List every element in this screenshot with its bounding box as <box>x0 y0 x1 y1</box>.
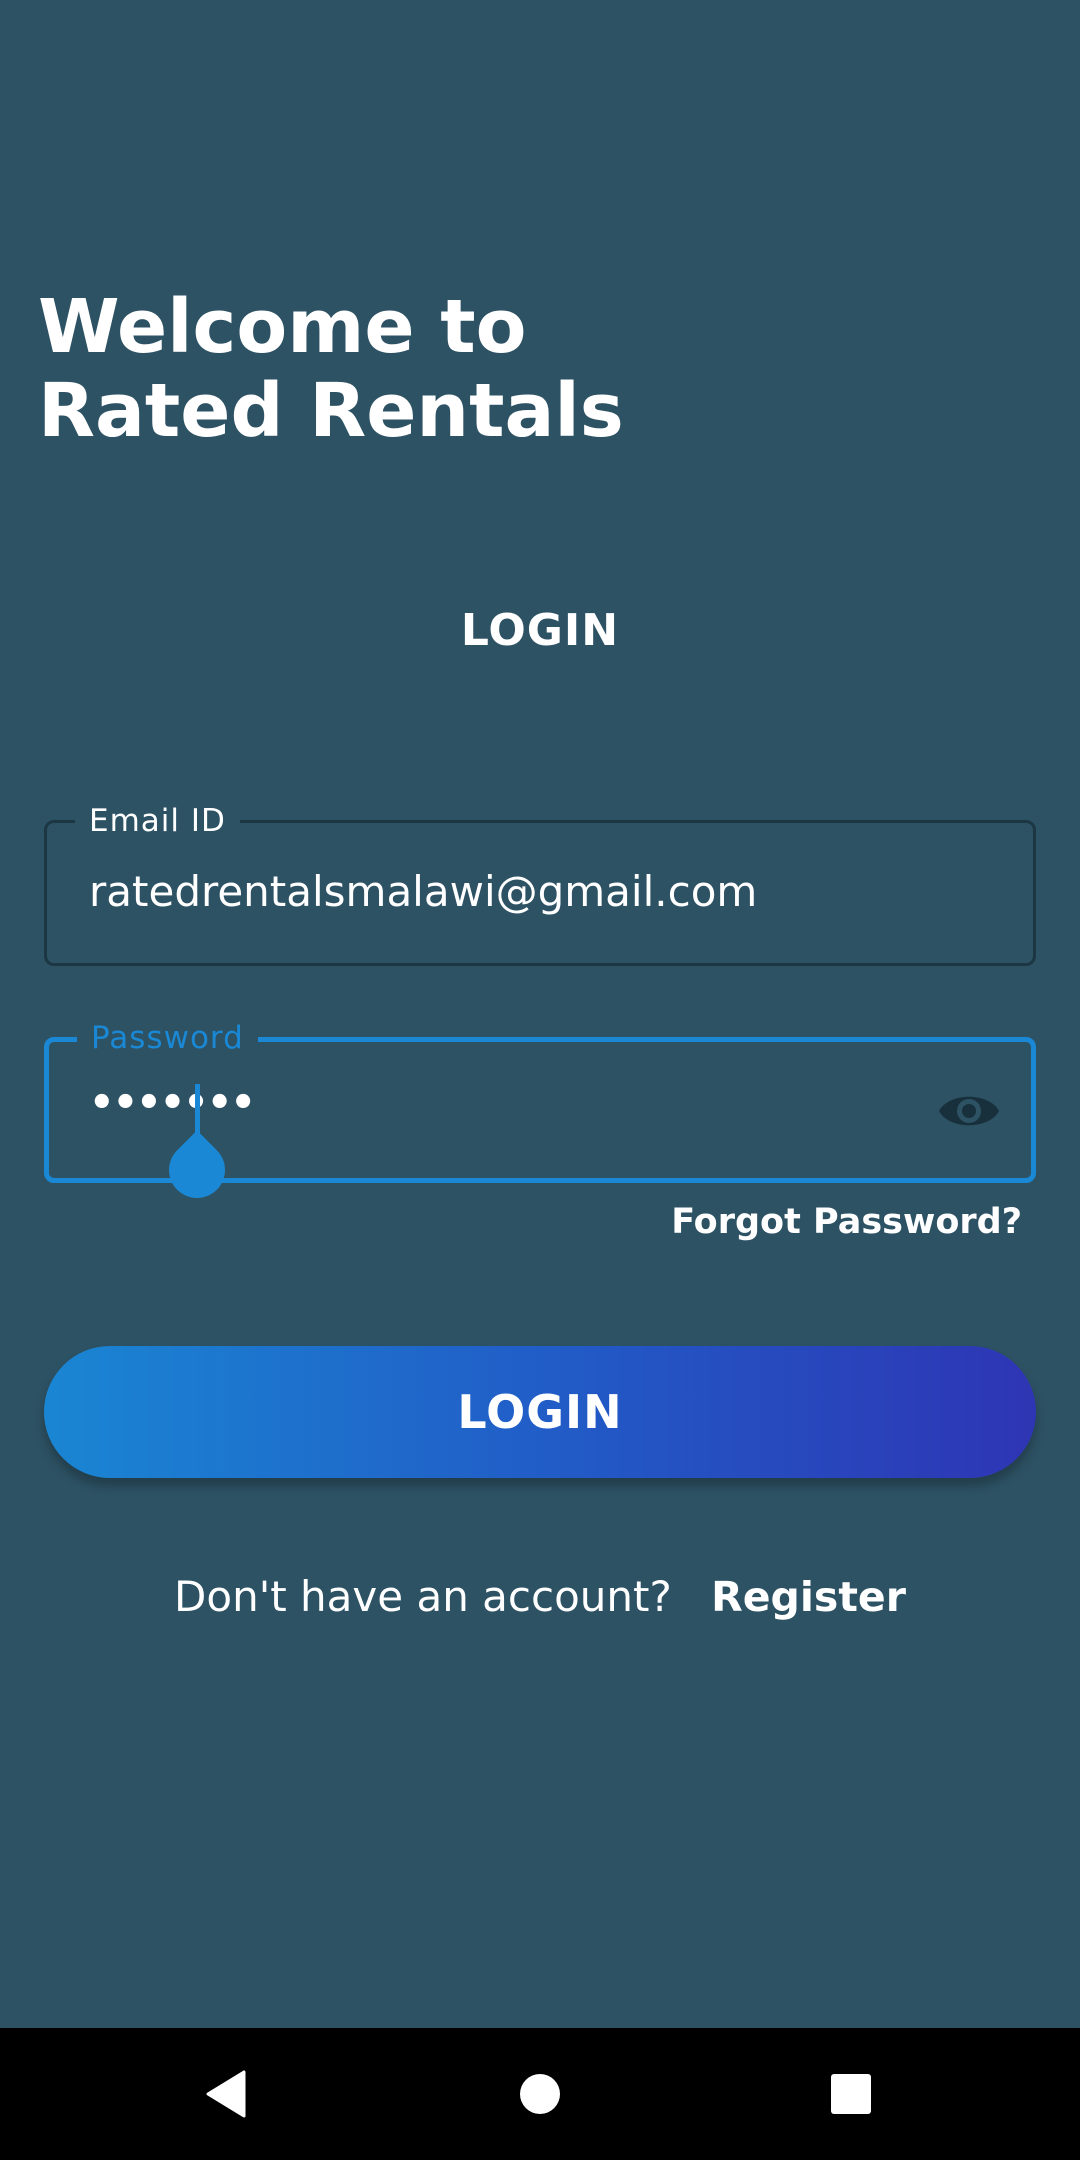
email-field-label: Email ID <box>75 803 240 839</box>
login-screen: Welcome to Rated Rentals LOGIN Email ID … <box>0 0 1080 2028</box>
welcome-title-line1: Welcome to <box>38 284 527 370</box>
register-row: Don't have an account? Register <box>0 1572 1080 1621</box>
welcome-title: Welcome to Rated Rentals <box>38 285 624 453</box>
home-button[interactable] <box>460 2028 620 2160</box>
welcome-title-line2: Rated Rentals <box>38 368 624 454</box>
password-field[interactable]: Password ••••••• <box>44 1020 1036 1210</box>
eye-icon[interactable] <box>937 1086 1001 1136</box>
forgot-password-link[interactable]: Forgot Password? <box>671 1202 1022 1242</box>
register-question: Don't have an account? <box>174 1572 672 1621</box>
password-input[interactable]: ••••••• <box>89 1080 256 1126</box>
login-button[interactable]: LOGIN <box>44 1346 1036 1478</box>
text-cursor-handle[interactable] <box>157 1130 237 1210</box>
login-heading: LOGIN <box>460 605 620 656</box>
system-navigation-bar <box>0 2028 1080 2160</box>
recents-button[interactable] <box>771 2028 931 2160</box>
email-field[interactable]: Email ID ratedrentalsmalawi@gmail.com <box>44 803 1036 966</box>
back-button[interactable] <box>146 2028 306 2160</box>
email-input[interactable]: ratedrentalsmalawi@gmail.com <box>89 867 757 916</box>
password-field-label: Password <box>77 1020 258 1056</box>
register-link[interactable]: Register <box>711 1573 906 1621</box>
